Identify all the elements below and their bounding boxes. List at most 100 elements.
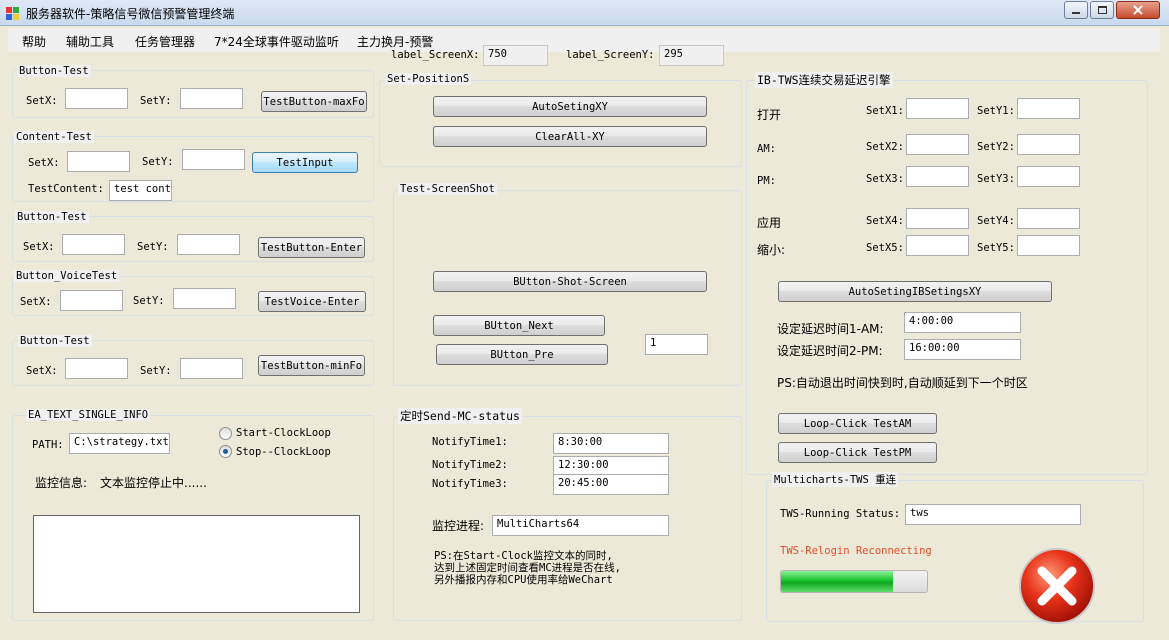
maximize-button[interactable] (1090, 1, 1114, 19)
test-button-enter[interactable]: TestButton-Enter (258, 237, 365, 258)
next-button[interactable]: BUtton_Next (433, 315, 605, 336)
group-title: EA_TEXT_SINGLE_INFO (26, 409, 151, 421)
test-button-minfo[interactable]: TestButton-minFo (258, 355, 365, 376)
menu-help[interactable]: 帮助 (22, 33, 46, 50)
radio-stop-label[interactable]: Stop--ClockLoop (236, 446, 331, 458)
sety3-input[interactable] (1017, 166, 1080, 187)
log-textarea[interactable] (33, 515, 360, 613)
process-input[interactable]: MultiCharts64 (492, 515, 669, 536)
notify2-label: NotifyTime2: (432, 459, 508, 471)
group-title: Button-Test (17, 65, 91, 77)
group-title: IB-TWS连续交易延迟引擎 (755, 72, 893, 88)
sety-label: SetY: (140, 365, 172, 377)
menu-tools[interactable]: 辅助工具 (66, 33, 114, 50)
path-input[interactable]: C:\strategy.txt (69, 433, 170, 454)
group-title: 定时Send-MC-status (398, 408, 522, 424)
row-am-label: AM: (757, 143, 776, 155)
page-number-input[interactable]: 1 (645, 334, 708, 355)
sety-input[interactable] (177, 234, 240, 255)
tws-status-input[interactable]: tws (905, 504, 1081, 525)
menu-contract-roll[interactable]: 主力换月-预警 (357, 33, 433, 50)
setx5-input[interactable] (906, 235, 969, 256)
group-title: Content-Test (14, 131, 94, 143)
sety-label: SetY: (142, 156, 174, 168)
loop-click-am-button[interactable]: Loop-Click TestAM (778, 413, 937, 434)
sety-input[interactable] (180, 88, 243, 109)
menu-event-listener[interactable]: 7*24全球事件驱动监听 (214, 33, 339, 50)
sety2-label: SetY2: (977, 141, 1015, 153)
delay1-input[interactable]: 4:00:00 (904, 312, 1021, 333)
group-title: Button-Test (18, 335, 92, 347)
setx-input[interactable] (65, 358, 128, 379)
radio-stop-clockloop[interactable] (219, 445, 232, 458)
setx-input[interactable] (60, 290, 123, 311)
radio-start-label[interactable]: Start-ClockLoop (236, 427, 331, 439)
window-title: 服务器软件-策略信号微信预警管理终端 (26, 7, 235, 21)
sety-label: SetY: (137, 241, 169, 253)
sety-input[interactable] (173, 288, 236, 309)
setx4-input[interactable] (906, 208, 969, 229)
process-label: 监控进程: (432, 519, 485, 533)
notify3-label: NotifyTime3: (432, 478, 508, 490)
row-minimize-label: 缩小: (757, 243, 786, 257)
setx3-input[interactable] (906, 166, 969, 187)
setx-input[interactable] (65, 88, 128, 109)
sety1-input[interactable] (1017, 98, 1080, 119)
menu-task-manager[interactable]: 任务管理器 (135, 33, 195, 50)
delay2-input[interactable]: 16:00:00 (904, 339, 1021, 360)
setx4-label: SetX4: (866, 215, 904, 227)
ps-line-3: 另外播报内存和CPU使用率给WeChart (434, 574, 613, 586)
sety-input[interactable] (182, 149, 245, 170)
close-button[interactable] (1116, 1, 1160, 19)
setx-label: SetX: (23, 241, 55, 253)
pre-button[interactable]: BUtton_Pre (436, 344, 608, 365)
setx1-label: SetX1: (866, 105, 904, 117)
notify1-label: NotifyTime1: (432, 436, 508, 448)
path-label: PATH: (32, 439, 64, 451)
screen-y-value: 295 (659, 45, 724, 66)
minimize-button[interactable] (1064, 1, 1088, 19)
notify3-input[interactable]: 20:45:00 (553, 474, 669, 495)
test-voice-enter[interactable]: TestVoice-Enter (258, 291, 366, 312)
sety5-input[interactable] (1017, 235, 1080, 256)
screen-y-label: label_ScreenY: (566, 49, 655, 61)
notify1-input[interactable]: 8:30:00 (553, 433, 669, 454)
close-icon (1133, 5, 1143, 15)
sety4-label: SetY4: (977, 215, 1015, 227)
screen-x-value: 750 (483, 45, 548, 66)
test-content-label: TestContent: (28, 183, 104, 195)
group-title: Button_VoiceTest (14, 270, 120, 282)
auto-seting-ib-button[interactable]: AutoSetingIBSetingsXY (778, 281, 1052, 302)
delay1-label: 设定延迟时间1-AM: (777, 322, 884, 336)
test-input-button[interactable]: TestInput (252, 152, 358, 173)
sety-input[interactable] (180, 358, 243, 379)
row-open-label: 打开 (757, 108, 782, 122)
progress-fill (781, 571, 894, 592)
sety2-input[interactable] (1017, 134, 1080, 155)
sety1-label: SetY1: (977, 105, 1015, 117)
shot-screen-button[interactable]: BUtton-Shot-Screen (433, 271, 707, 292)
setx-input[interactable] (67, 151, 130, 172)
setx1-input[interactable] (906, 98, 969, 119)
sety-label: SetY: (133, 295, 165, 307)
relogin-status: TWS-Relogin Reconnecting (780, 545, 932, 557)
sety4-input[interactable] (1017, 208, 1080, 229)
test-button-maxfo[interactable]: TestButton-maxFo (261, 91, 367, 112)
auto-seting-xy-button[interactable]: AutoSetingXY (433, 96, 707, 117)
minimize-icon (1072, 12, 1080, 14)
group-title: Test-ScreenShot (398, 183, 497, 195)
error-icon (1017, 546, 1097, 626)
set-position-group (379, 80, 742, 167)
delay2-label: 设定延迟时间2-PM: (777, 344, 883, 358)
radio-start-clockloop[interactable] (219, 427, 232, 440)
monitor-label: 监控信息: (35, 476, 88, 490)
title-bar: 服务器软件-策略信号微信预警管理终端 (0, 0, 1169, 26)
reconnect-progress-bar (780, 570, 928, 593)
setx2-input[interactable] (906, 134, 969, 155)
test-content-input[interactable]: test conte (109, 180, 172, 201)
setx-label: SetX: (20, 296, 52, 308)
sety-label: SetY: (140, 95, 172, 107)
setx-input[interactable] (62, 234, 125, 255)
clear-all-xy-button[interactable]: ClearAll-XY (433, 126, 707, 147)
loop-click-pm-button[interactable]: Loop-Click TestPM (778, 442, 937, 463)
